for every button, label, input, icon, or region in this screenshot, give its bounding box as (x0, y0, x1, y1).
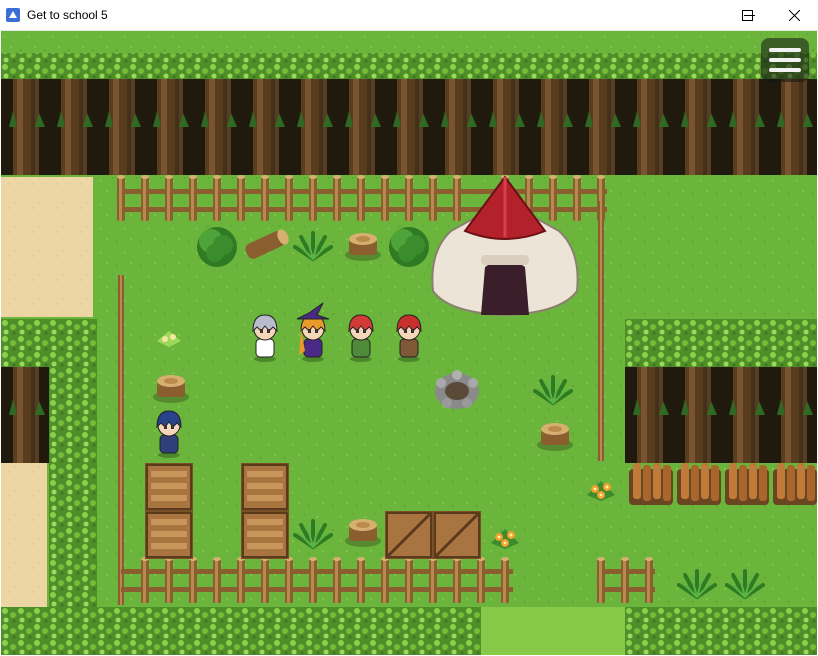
wooden-crate[interactable] (240, 462, 290, 512)
firewood-pile (629, 463, 673, 505)
maximize-icon (741, 10, 753, 21)
menu-button[interactable] (761, 38, 809, 82)
app-icon (6, 8, 20, 22)
window-title: Get to school 5 (27, 8, 108, 22)
sand-patch-top (1, 177, 93, 317)
left-hedge-column (49, 367, 97, 607)
wooden-crate[interactable] (144, 462, 194, 512)
bottom-hedge-right (625, 607, 817, 655)
bottom-hedge-left (1, 607, 481, 655)
game-map (1, 31, 817, 655)
close-icon (788, 10, 800, 21)
right-hedge (625, 319, 817, 367)
maximize-button[interactable] (724, 0, 770, 31)
fence-left (118, 275, 124, 605)
fence-right (598, 201, 604, 461)
tree-stump (345, 233, 381, 261)
tree-stump (537, 423, 573, 451)
wooden-crate[interactable] (240, 510, 290, 560)
exit-path[interactable] (481, 607, 625, 655)
firewood-pile (725, 463, 769, 505)
tree-stump (345, 519, 381, 547)
large-crate[interactable] (385, 511, 481, 559)
hamburger-menu-icon (769, 48, 801, 52)
top-forest (1, 79, 817, 175)
game-viewport[interactable] (1, 31, 817, 655)
firewood-pile (773, 463, 817, 505)
right-forest (625, 367, 817, 463)
wooden-crate[interactable] (144, 510, 194, 560)
sand-patch-bottom (1, 461, 47, 621)
round-bush (389, 227, 429, 267)
window-titlebar: Get to school 5 (0, 0, 818, 31)
left-hedge (1, 319, 97, 367)
left-forest (1, 367, 49, 463)
firewood-pile (677, 463, 721, 505)
round-bush (197, 227, 237, 267)
tree-stump (153, 375, 189, 403)
top-hedge (1, 53, 817, 79)
close-button[interactable] (771, 0, 817, 31)
